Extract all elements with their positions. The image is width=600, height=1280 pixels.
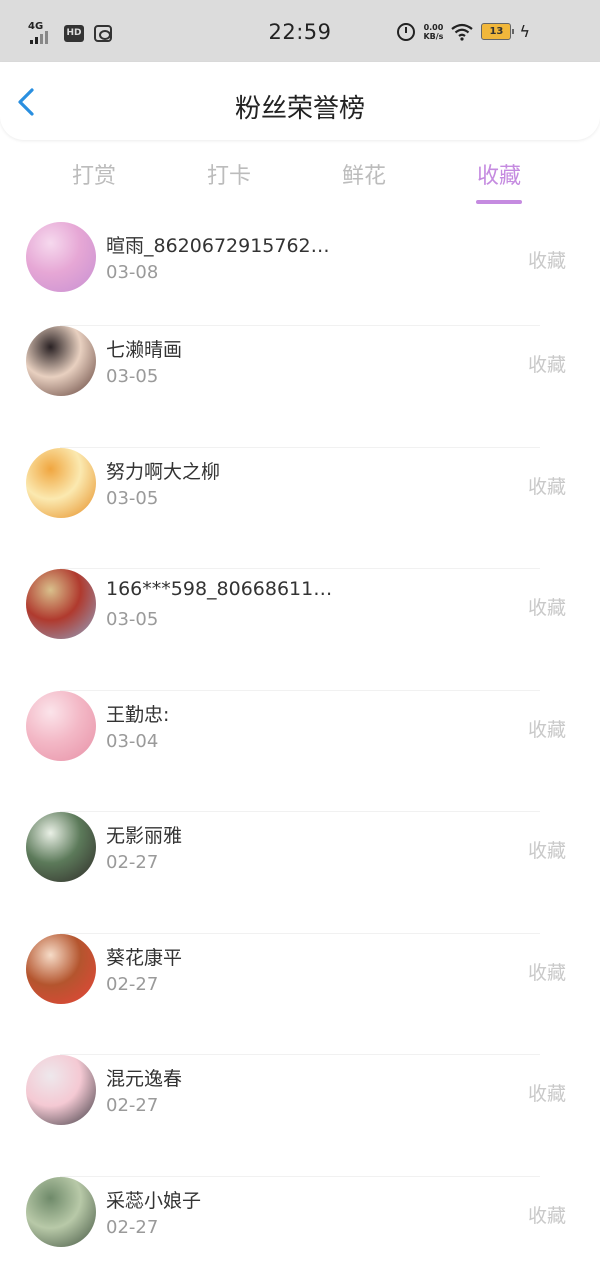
avatar[interactable] [26,690,96,761]
action-label: 收藏 [527,250,566,272]
avatar[interactable] [26,569,96,639]
action-label: 收藏 [527,840,566,862]
tab-indicator [476,200,522,204]
avatar[interactable] [26,222,96,292]
fan-date: 03-04 [106,730,159,752]
fan-list-item[interactable]: 王勤忠: 03-04 收藏 [0,690,600,813]
fan-name: 王勤忠: [106,703,170,726]
tab-favorites[interactable]: 收藏 [439,158,559,204]
tab-bar: 打赏 打卡 鲜花 收藏 [0,140,600,210]
fan-date: 03-08 [106,262,159,283]
avatar[interactable] [26,1055,96,1125]
fan-name: 166***598_8066861195 [106,578,336,600]
wifi-icon [451,23,474,41]
avatar[interactable] [26,1176,96,1247]
fan-date: 03-05 [106,366,159,387]
action-label: 收藏 [527,1204,566,1227]
fan-date: 03-05 [106,609,159,630]
action-label: 收藏 [527,475,566,498]
fan-list-item[interactable]: 暄雨_8620672915762… 03-08 收藏 [0,222,600,326]
status-right: 0.00 KB/s 13 ϟ [397,22,530,41]
fan-date: 02-27 [106,1095,159,1116]
action-label: 收藏 [527,1083,566,1105]
fan-name: 七濑晴画 [106,339,183,361]
battery-icon: 13 [481,23,515,40]
action-label: 收藏 [527,718,566,741]
page-title: 粉丝荣誉榜 [234,94,365,124]
fan-list-item[interactable]: 葵花康平 02-27 收藏 [0,933,600,1056]
fan-list-item[interactable]: 无影丽雅 02-27 收藏 [0,812,600,934]
alarm-icon [397,22,416,41]
status-bar: 4G HD 22:59 0.00 KB/s 13 ϟ [0,0,600,64]
fan-name: 混元逸春 [106,1068,183,1090]
fan-name: 暄雨_8620672915762… [106,235,330,257]
tab-label: 打赏 [71,164,116,189]
tab-label: 鲜花 [341,164,386,189]
fan-name: 努力啊大之柳 [106,460,221,483]
fan-list: 暄雨_8620672915762… 03-08 收藏 七濑晴画 03-05 收藏 努力啊大之… [0,222,600,1280]
fan-list-item[interactable]: 166***598_8066861195 03-05 收藏 [0,569,600,691]
avatar[interactable] [26,326,96,396]
tab-checkin[interactable]: 打卡 [169,158,289,190]
fan-name: 葵花康平 [106,946,183,969]
avatar[interactable] [26,447,96,518]
fan-date: 02-27 [106,852,159,873]
action-label: 收藏 [527,597,566,619]
fan-date: 03-05 [106,487,159,509]
tab-label: 打卡 [206,164,251,189]
tab-flowers[interactable]: 鲜花 [304,158,424,190]
network-speed: 0.00 KB/s [423,23,443,41]
fan-list-item[interactable]: 混元逸春 02-27 收藏 [0,1055,600,1177]
tab-tip[interactable]: 打赏 [34,158,154,190]
action-label: 收藏 [527,354,566,376]
action-label: 收藏 [527,961,566,984]
fan-list-item[interactable]: 七濑晴画 03-05 收藏 [0,326,600,448]
fan-name: 采蕊小娘子 [106,1189,202,1212]
screen: 4G HD 22:59 0.00 KB/s 13 ϟ 粉丝荣誉榜 打赏 打卡 鲜… [0,0,600,1280]
avatar[interactable] [26,812,96,882]
fan-list-item[interactable]: 采蕊小娘子 02-27 收藏 [0,1176,600,1280]
avatar[interactable] [26,933,96,1004]
battery-level: 13 [489,26,504,37]
charging-icon: ϟ [519,22,530,41]
fan-list-item[interactable]: 努力啊大之柳 03-05 收藏 [0,447,600,570]
fan-date: 02-27 [106,1216,159,1238]
network-speed-value: 0.00 [423,22,444,32]
fan-name: 无影丽雅 [106,825,183,847]
network-speed-unit: KB/s [423,31,444,41]
nav-header: 粉丝荣誉榜 [0,62,600,140]
fan-date: 02-27 [106,973,159,995]
tab-label: 收藏 [476,164,521,189]
